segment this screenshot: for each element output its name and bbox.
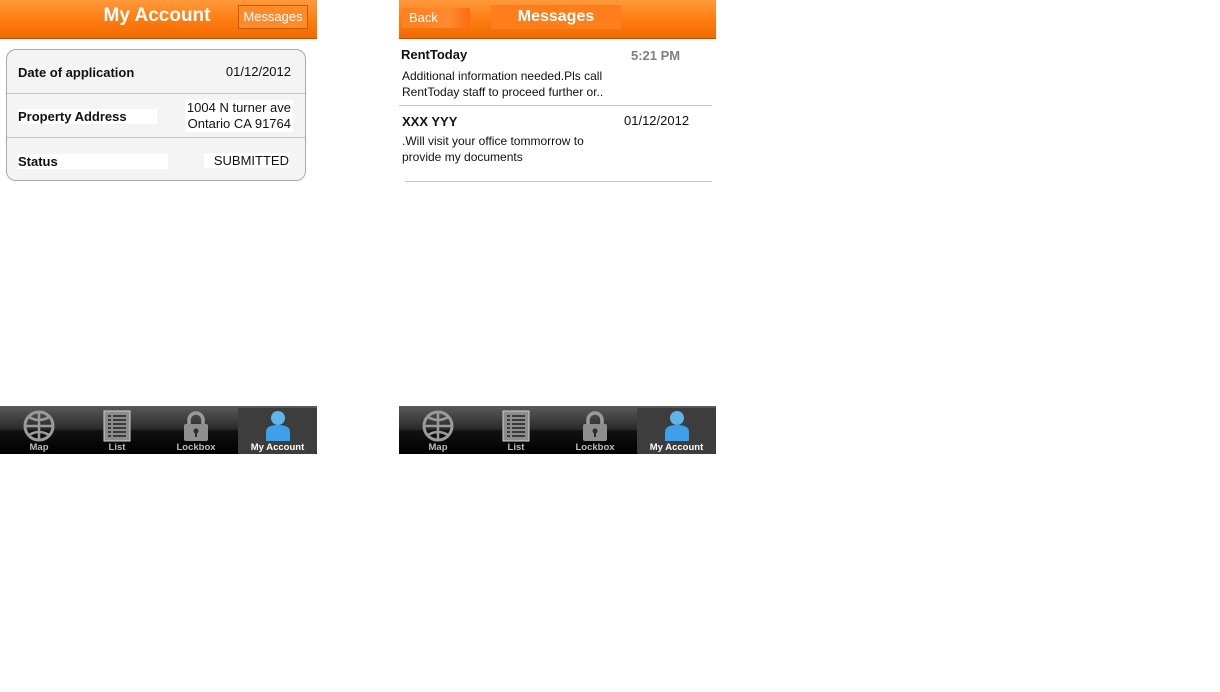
messages-button[interactable]: Messages [238,5,308,29]
lock-icon [184,411,208,441]
message-time: 5:21 PM [631,48,681,63]
row-label: Status [18,154,168,169]
application-date-value: 01/12/2012 [225,64,291,79]
tab-map[interactable]: Map [399,408,477,454]
message-preview-line-2: provide my documents [402,150,523,164]
person-icon [265,411,290,441]
status-row: Status SUBMITTED [7,138,305,180]
address-line-1: 1004 N turner ave [186,100,291,115]
page-title: Messages [491,5,621,29]
messages-header: Back Messages [399,0,716,39]
message-sender: XXX YYY [402,114,458,129]
tab-label: My Account [250,442,305,453]
message-preview-line-1: Additional information needed.Pls call [402,69,603,83]
tab-lockbox[interactable]: Lockbox [556,408,634,454]
lock-icon [583,411,607,441]
application-date-row: Date of application 01/12/2012 [7,50,305,94]
message-preview: .Will visit your office tommorrow to pro… [402,133,617,165]
message-preview: Additional information needed.Pls call R… [402,68,627,100]
page-title: My Account [103,5,211,26]
message-item[interactable]: XXX YYY 01/12/2012 .Will visit your offi… [402,106,712,182]
globe-icon [23,410,55,442]
account-header: My Account Messages [0,0,317,39]
tab-label: List [108,442,126,453]
row-label: Date of application [18,65,135,80]
message-item[interactable]: RentToday 5:21 PM Additional information… [399,40,712,106]
status-value: SUBMITTED [203,153,289,168]
tab-label: List [507,442,525,453]
messages-screen: Back Messages RentToday 5:21 PM Addition… [399,0,716,454]
tab-bar: Map List Lockbox My Account [0,406,317,454]
person-icon [664,411,689,441]
tab-label: Map [29,442,49,453]
property-address-value: 1004 N turner ave Ontario CA 91764 [184,100,293,132]
my-account-screen: My Account Messages Date of application … [0,0,317,454]
tab-lockbox[interactable]: Lockbox [157,408,235,454]
list-icon [103,410,131,442]
message-sender: RentToday [401,47,468,62]
property-address-row: Property Address 1004 N turner ave Ontar… [7,94,305,138]
account-details-card: Date of application 01/12/2012 Property … [6,49,306,181]
tab-list[interactable]: List [477,408,555,454]
globe-icon [422,410,454,442]
message-preview-line-1: .Will visit your office tommorrow to [402,134,584,148]
message-time: 01/12/2012 [624,113,690,128]
tab-bar: Map List Lockbox My Account [399,406,716,454]
tab-label: Lockbox [575,442,615,453]
tab-list[interactable]: List [78,408,156,454]
row-label: Property Address [18,109,157,124]
back-button[interactable]: Back [402,8,470,28]
tab-label: Lockbox [176,442,216,453]
tab-label: My Account [649,442,704,453]
list-icon [502,410,530,442]
tab-map[interactable]: Map [0,408,78,454]
tab-my-account[interactable]: My Account [238,408,317,454]
address-line-2: Ontario CA 91764 [187,116,291,131]
tab-my-account[interactable]: My Account [637,408,716,454]
tab-label: Map [428,442,448,453]
message-preview-line-2: RentToday staff to proceed further or.. [402,85,604,99]
